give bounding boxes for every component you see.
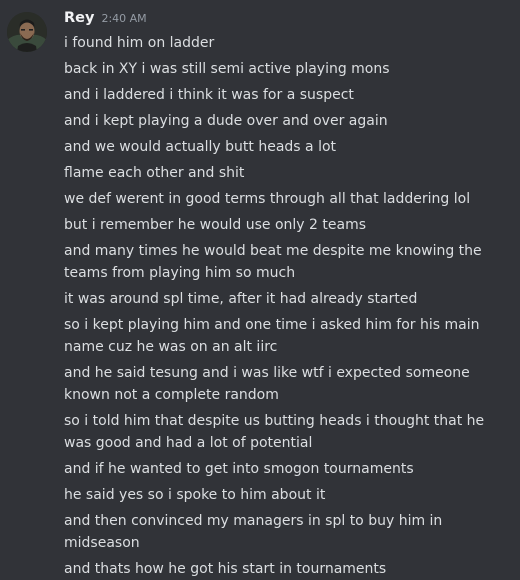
author-name[interactable]: Rey (64, 10, 94, 26)
message-line: and he said tesung and i was like wtf i … (64, 365, 470, 403)
message-line: we def werent in good terms through all … (64, 191, 471, 207)
message-line: back in XY i was still semi active playi… (64, 61, 390, 77)
message-timestamp: 2:40 AM (101, 12, 147, 25)
message-line: and if he wanted to get into smogon tour… (64, 461, 414, 477)
message-line: but i remember he would use only 2 teams (64, 217, 367, 233)
message-lines: i found him on ladder back in XY i was st… (64, 32, 514, 580)
message-line: he said yes so i spoke to him about it (64, 487, 326, 503)
message-line: so i kept playing him and one time i ask… (64, 317, 480, 355)
message-line: and i laddered i think it was for a susp… (64, 87, 354, 103)
chat-message: Rey 2:40 AM i found him on ladder back in… (0, 0, 520, 577)
message-line: it was around spl time, after it had alr… (64, 291, 418, 307)
message-line: and we would actually butt heads a lot (64, 139, 337, 155)
avatar[interactable] (7, 12, 47, 52)
message-line: i found him on ladder (64, 35, 215, 51)
message-line: so i told him that despite us butting he… (64, 413, 485, 451)
message-line: and thats how he got his start in tourna… (64, 561, 387, 577)
message-line: and then convinced my managers in spl to… (64, 513, 443, 551)
avatar-image (7, 12, 47, 52)
message-header: Rey 2:40 AM (64, 10, 147, 30)
message-line: and i kept playing a dude over and over … (64, 113, 388, 129)
message-line: flame each other and shit (64, 165, 245, 181)
message-line: and many times he would beat me despite … (64, 243, 482, 281)
